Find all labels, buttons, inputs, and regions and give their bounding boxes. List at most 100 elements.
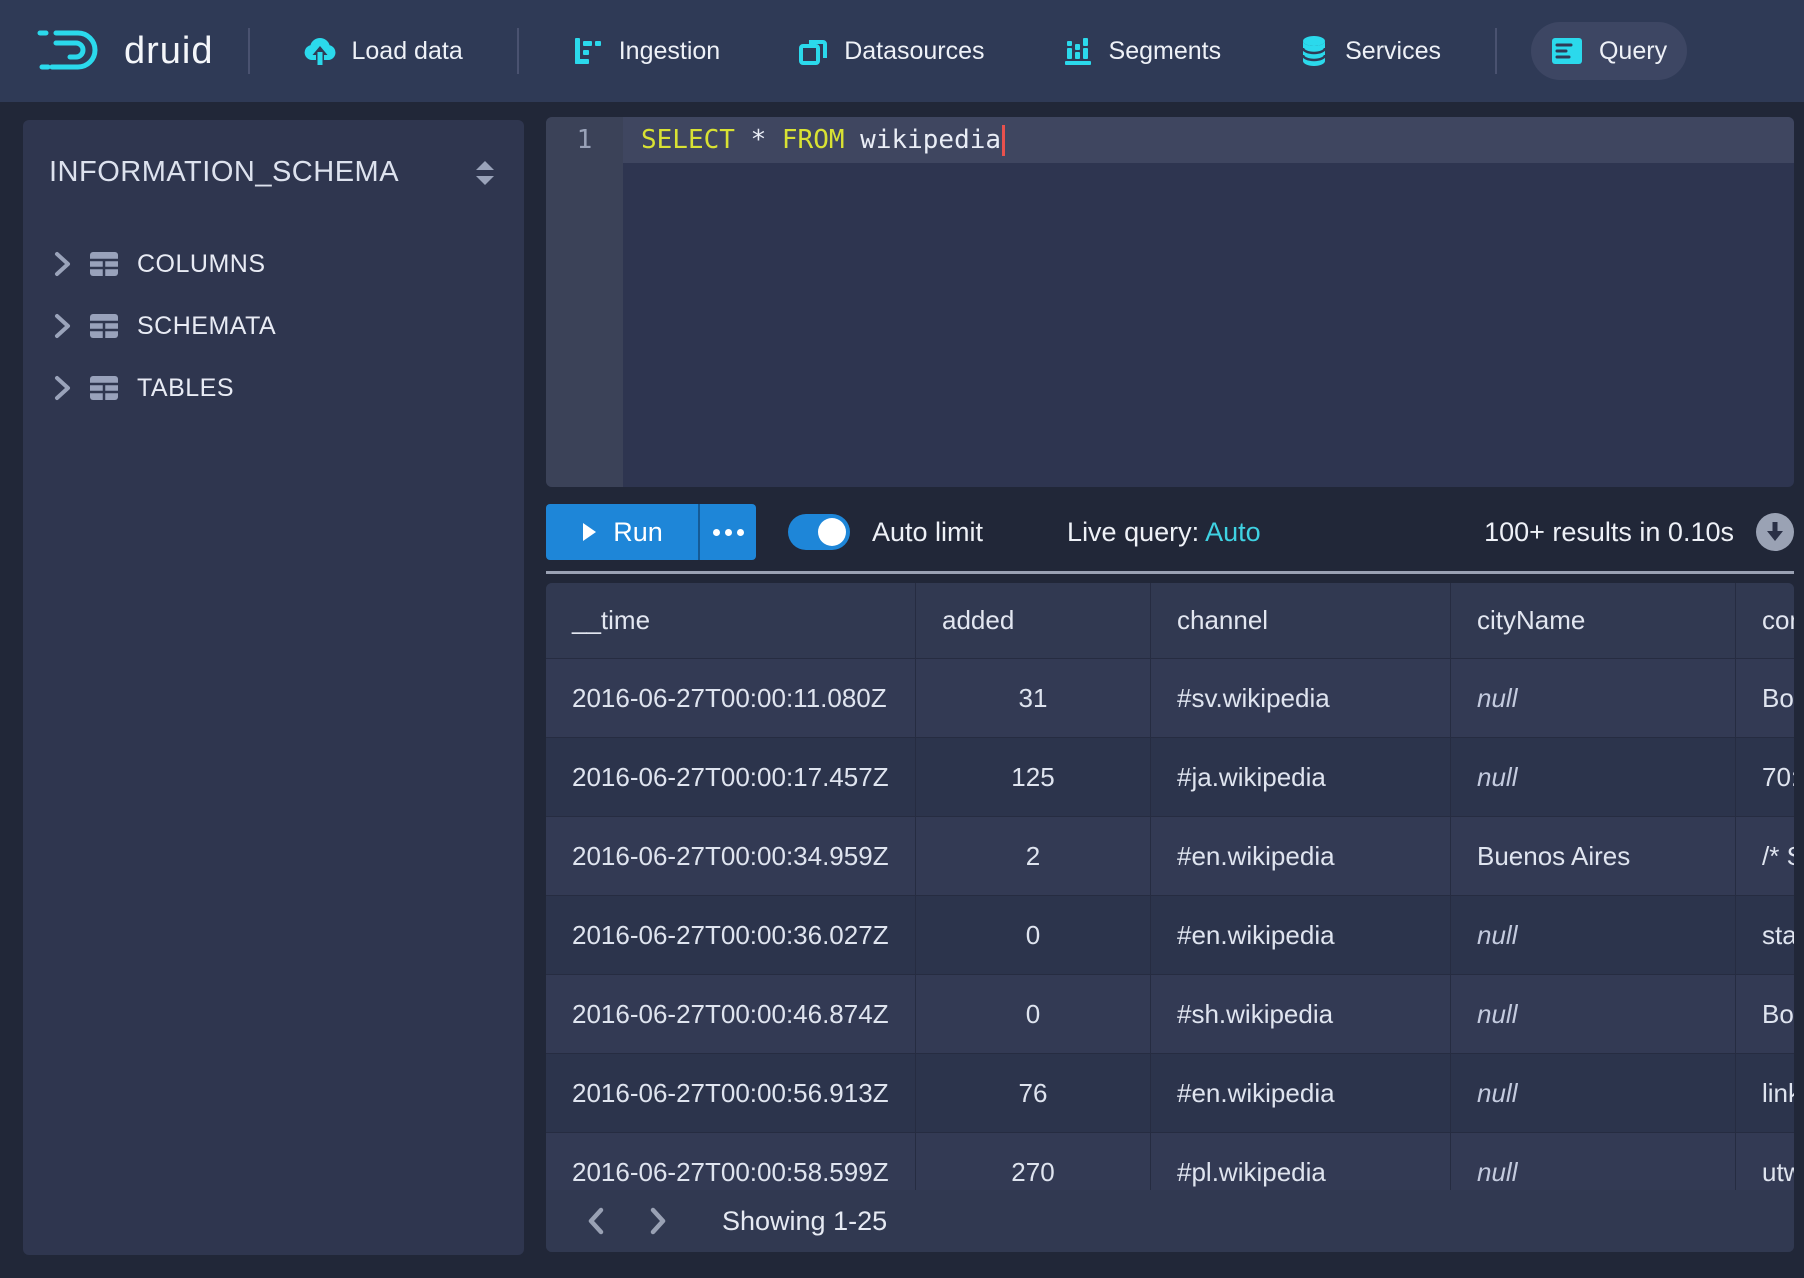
- table-icon: [89, 375, 119, 401]
- chevron-left-icon: [585, 1207, 607, 1235]
- nav-item-load-data[interactable]: Load data: [284, 22, 483, 80]
- nav-item-ingestion[interactable]: Ingestion: [553, 22, 740, 80]
- table-cell[interactable]: 0: [916, 896, 1151, 975]
- results-table: __time added channel cityName comment 20…: [546, 583, 1794, 1252]
- table-cell[interactable]: #en.wikipedia: [1151, 896, 1451, 975]
- editor-line-1[interactable]: 1 SELECT * FROM wikipedia: [546, 117, 1794, 163]
- double-caret-icon[interactable]: [474, 159, 496, 187]
- download-button[interactable]: [1756, 513, 1794, 551]
- live-query-value[interactable]: Auto: [1205, 517, 1261, 547]
- nav-item-query[interactable]: Query: [1531, 22, 1687, 80]
- column-header-time[interactable]: __time: [546, 583, 916, 659]
- table-cell[interactable]: null: [1451, 738, 1736, 817]
- table-icon: [89, 251, 119, 277]
- table-cell[interactable]: #en.wikipedia: [1151, 817, 1451, 896]
- table-cell[interactable]: /* S: [1736, 817, 1794, 896]
- next-page-button[interactable]: [632, 1196, 684, 1246]
- table-cell[interactable]: #ja.wikipedia: [1151, 738, 1451, 817]
- column-header-channel[interactable]: channel: [1151, 583, 1451, 659]
- nav-item-label: Datasources: [844, 37, 984, 66]
- table-cell[interactable]: 2016-06-27T00:00:11.080Z: [546, 659, 916, 738]
- chevron-right-icon: [647, 1207, 669, 1235]
- live-query-label: Live query: Auto: [1067, 517, 1261, 548]
- nav-item-label: Services: [1345, 37, 1441, 66]
- table-cell[interactable]: 2016-06-27T00:00:34.959Z: [546, 817, 916, 896]
- download-icon: [1765, 521, 1785, 543]
- console-icon: [1551, 36, 1583, 66]
- schema-selector[interactable]: INFORMATION_SCHEMA: [49, 156, 474, 189]
- auto-limit-toggle[interactable]: [788, 514, 850, 550]
- table-cell[interactable]: 76: [916, 1054, 1151, 1133]
- schema-sidebar: INFORMATION_SCHEMA COLUMNS: [23, 120, 524, 1255]
- toggle-knob: [818, 518, 846, 546]
- table-body: 2016-06-27T00:00:11.080Z 31 #sv.wikipedi…: [546, 659, 1794, 1212]
- tree-item-label: SCHEMATA: [137, 312, 276, 341]
- nav-item-label: Load data: [352, 37, 463, 66]
- nav-item-label: Ingestion: [619, 37, 720, 66]
- table-row: 2016-06-27T00:00:34.959Z 2 #en.wikipedia…: [546, 817, 1794, 896]
- play-icon: [581, 522, 597, 542]
- column-header-comment[interactable]: comment: [1736, 583, 1794, 659]
- table-cell[interactable]: 2: [916, 817, 1151, 896]
- table-cell[interactable]: #en.wikipedia: [1151, 1054, 1451, 1133]
- nav-item-services[interactable]: Services: [1279, 21, 1461, 81]
- nav-item-segments[interactable]: Segments: [1043, 22, 1242, 80]
- table-header-row: __time added channel cityName comment: [546, 583, 1794, 659]
- schema-tree: COLUMNS SCHEMATA: [23, 233, 524, 419]
- table-cell[interactable]: null: [1451, 659, 1736, 738]
- run-button[interactable]: Run: [546, 504, 698, 560]
- nav-item-label: Query: [1599, 37, 1667, 66]
- navbar-divider: [1495, 28, 1497, 74]
- table-cell[interactable]: 70:: [1736, 738, 1794, 817]
- table-cell[interactable]: Bot: [1736, 659, 1794, 738]
- results-summary: 100+ results in 0.10s: [1484, 517, 1734, 548]
- brand-text: druid: [124, 30, 214, 73]
- column-header-added[interactable]: added: [916, 583, 1151, 659]
- table-cell[interactable]: null: [1451, 896, 1736, 975]
- tree-item-tables[interactable]: TABLES: [23, 357, 524, 419]
- table-row: 2016-06-27T00:00:56.913Z 76 #en.wikipedi…: [546, 1054, 1794, 1133]
- navbar-divider: [517, 28, 519, 74]
- brand[interactable]: druid: [36, 27, 214, 75]
- nav-group: Ingestion Datasources: [553, 21, 1461, 81]
- showing-label: Showing 1-25: [722, 1206, 887, 1237]
- pagination-bar: Showing 1-25: [546, 1190, 1794, 1252]
- tree-item-label: COLUMNS: [137, 250, 266, 279]
- sql-query-text: SELECT * FROM wikipedia: [623, 125, 1005, 156]
- cloud-upload-icon: [304, 36, 336, 66]
- chevron-right-icon: [53, 251, 71, 277]
- table-cell[interactable]: 125: [916, 738, 1151, 817]
- column-header-cityName[interactable]: cityName: [1451, 583, 1736, 659]
- tree-item-label: TABLES: [137, 374, 234, 403]
- table-cell[interactable]: #sh.wikipedia: [1151, 975, 1451, 1054]
- table-cell[interactable]: #sv.wikipedia: [1151, 659, 1451, 738]
- prev-page-button[interactable]: [570, 1196, 622, 1246]
- nav-item-label: Segments: [1109, 37, 1222, 66]
- table-row: 2016-06-27T00:00:36.027Z 0 #en.wikipedia…: [546, 896, 1794, 975]
- table-cell[interactable]: null: [1451, 1054, 1736, 1133]
- tree-item-columns[interactable]: COLUMNS: [23, 233, 524, 295]
- table-cell[interactable]: 2016-06-27T00:00:46.874Z: [546, 975, 916, 1054]
- table-cell[interactable]: 2016-06-27T00:00:56.913Z: [546, 1054, 916, 1133]
- table-cell[interactable]: 0: [916, 975, 1151, 1054]
- table-cell[interactable]: Buenos Aires: [1451, 817, 1736, 896]
- navbar: druid Load data Ingestion: [0, 0, 1804, 102]
- table-cell[interactable]: 2016-06-27T00:00:36.027Z: [546, 896, 916, 975]
- chevron-right-icon: [53, 313, 71, 339]
- database-icon: [1299, 35, 1329, 67]
- editor-gutter: [546, 117, 623, 487]
- tree-item-schemata[interactable]: SCHEMATA: [23, 295, 524, 357]
- table-cell[interactable]: null: [1451, 975, 1736, 1054]
- run-more-button[interactable]: [698, 504, 756, 560]
- nav-item-datasources[interactable]: Datasources: [778, 22, 1004, 80]
- table-cell[interactable]: link: [1736, 1054, 1794, 1133]
- table-cell[interactable]: 31: [916, 659, 1151, 738]
- auto-limit-label: Auto limit: [872, 517, 983, 548]
- datasources-stack-icon: [798, 36, 828, 66]
- table-cell[interactable]: Bot: [1736, 975, 1794, 1054]
- sql-editor[interactable]: 1 SELECT * FROM wikipedia: [546, 117, 1794, 487]
- chevron-right-icon: [53, 375, 71, 401]
- table-cell[interactable]: 2016-06-27T00:00:17.457Z: [546, 738, 916, 817]
- query-toolbar: Run Auto limit Live query: Auto 100+ res…: [546, 503, 1794, 561]
- table-cell[interactable]: sta: [1736, 896, 1794, 975]
